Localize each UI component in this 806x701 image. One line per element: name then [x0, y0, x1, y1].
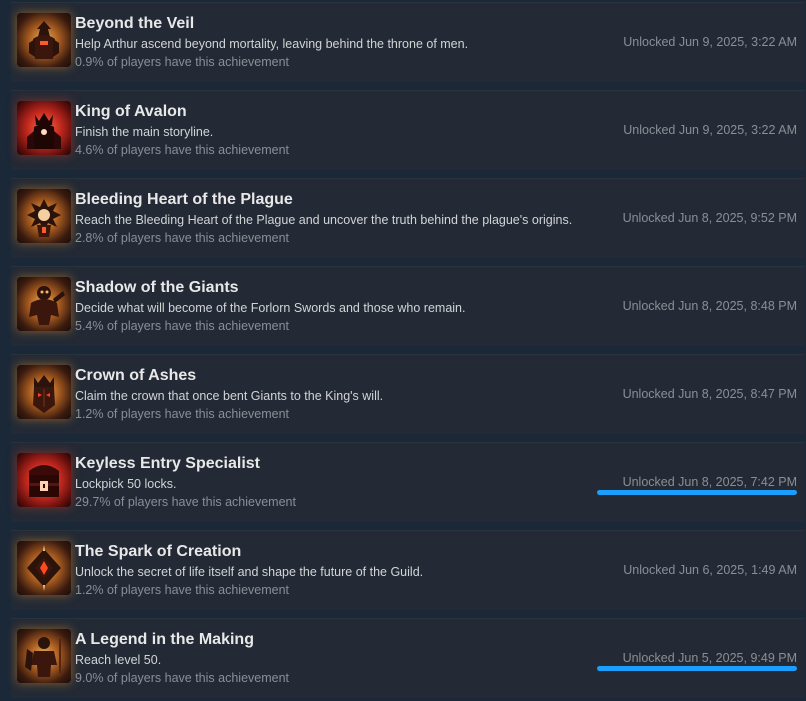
achievement-rarity: 4.6% of players have this achievement [75, 143, 290, 157]
achievement-description: Decide what will become of the Forlorn S… [75, 301, 466, 315]
achievement-title: A Legend in the Making [75, 631, 254, 648]
unlock-date: Unlocked Jun 9, 2025, 3:22 AM [623, 35, 797, 49]
achievement-title: Shadow of the Giants [75, 279, 239, 296]
achievement-title: Bleeding Heart of the Plague [75, 191, 293, 208]
achievement-rarity: 29.7% of players have this achievement [75, 495, 296, 509]
achievement-list: Beyond the Veil Help Arthur ascend beyon… [0, 0, 806, 701]
achievement-row[interactable]: Bleeding Heart of the Plague Reach the B… [11, 178, 805, 258]
giant-icon [17, 277, 71, 331]
achievement-rarity: 5.4% of players have this achievement [75, 319, 290, 333]
achievement-title: Beyond the Veil [75, 15, 195, 32]
lock-chest-icon [17, 453, 71, 507]
highlight-underline [597, 666, 797, 671]
achievement-title: King of Avalon [75, 103, 187, 120]
bleeding-heart-icon [17, 189, 71, 243]
achievement-row[interactable]: Keyless Entry Specialist Lockpick 50 loc… [11, 442, 805, 522]
achievement-row[interactable]: Shadow of the Giants Decide what will be… [11, 266, 805, 346]
achievement-title: Crown of Ashes [75, 367, 197, 384]
achievement-row[interactable]: A Legend in the Making Reach level 50. 9… [11, 618, 805, 698]
achievement-description: Claim the crown that once bent Giants to… [75, 389, 384, 403]
achievement-row[interactable]: Crown of Ashes Claim the crown that once… [11, 354, 805, 434]
armored-warrior-icon [17, 629, 71, 683]
achievement-row[interactable]: Beyond the Veil Help Arthur ascend beyon… [11, 2, 805, 82]
achievement-description: Reach level 50. [75, 653, 162, 667]
spark-diamond-icon [17, 541, 71, 595]
achievement-description: Lockpick 50 locks. [75, 477, 177, 491]
achievement-row[interactable]: The Spark of Creation Unlock the secret … [11, 530, 805, 610]
achievement-rarity: 9.0% of players have this achievement [75, 671, 290, 685]
achievement-rarity: 2.8% of players have this achievement [75, 231, 290, 245]
achievement-description: Unlock the secret of life itself and sha… [75, 565, 424, 579]
unlock-date: Unlocked Jun 6, 2025, 1:49 AM [623, 563, 797, 577]
achievement-rarity: 0.9% of players have this achievement [75, 55, 290, 69]
unlock-date: Unlocked Jun 5, 2025, 9:49 PM [622, 651, 797, 665]
achievement-title: The Spark of Creation [75, 543, 242, 560]
achievement-rarity: 1.2% of players have this achievement [75, 407, 290, 421]
achievement-description: Help Arthur ascend beyond mortality, lea… [75, 37, 469, 51]
unlock-date: Unlocked Jun 8, 2025, 8:47 PM [622, 387, 797, 401]
achievement-description: Reach the Bleeding Heart of the Plague a… [75, 213, 573, 227]
highlight-underline [597, 490, 797, 495]
unlock-date: Unlocked Jun 8, 2025, 9:52 PM [622, 211, 797, 225]
unlock-date: Unlocked Jun 8, 2025, 7:42 PM [622, 475, 797, 489]
unlock-date: Unlocked Jun 9, 2025, 3:22 AM [623, 123, 797, 137]
achievement-row[interactable]: King of Avalon Finish the main storyline… [11, 90, 805, 170]
unlock-date: Unlocked Jun 8, 2025, 8:48 PM [622, 299, 797, 313]
veiled-king-icon [17, 13, 71, 67]
achievement-title: Keyless Entry Specialist [75, 455, 260, 472]
crowned-helm-icon [17, 365, 71, 419]
achievement-rarity: 1.2% of players have this achievement [75, 583, 290, 597]
crowned-king-icon [17, 101, 71, 155]
achievement-description: Finish the main storyline. [75, 125, 214, 139]
